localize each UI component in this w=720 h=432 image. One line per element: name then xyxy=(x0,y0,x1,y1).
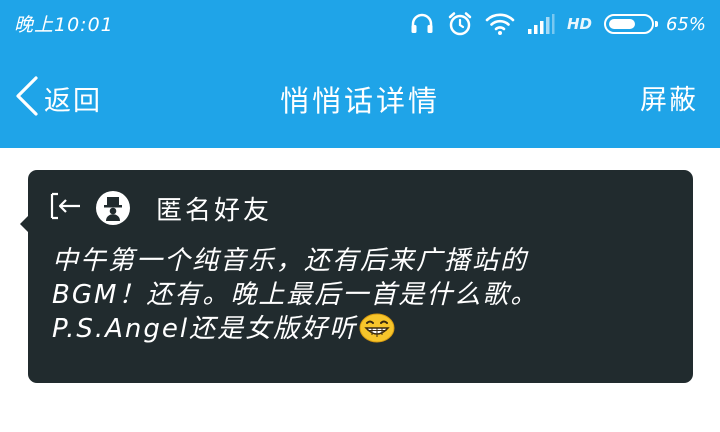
message-line: P.S.Angel还是女版好听 xyxy=(52,312,672,352)
wifi-icon xyxy=(485,12,515,36)
message-card: 匿名好友 中午第一个纯音乐，还有后来广播站的 BGM！还有。晚上最后一首是什么歌… xyxy=(20,170,693,383)
message-line: BGM！还有。晚上最后一首是什么歌。 xyxy=(52,280,539,310)
alarm-icon xyxy=(447,11,473,37)
battery-level xyxy=(608,19,635,29)
anonymous-avatar-icon xyxy=(96,191,130,225)
battery-percent: 65% xyxy=(665,13,706,35)
navigation-bar: 返回 悄悄话详情 屏蔽 xyxy=(0,48,720,148)
battery-icon xyxy=(603,14,658,34)
grinning-face-emoji-icon xyxy=(359,313,395,352)
status-bar: 晚上10:01 HD 65% xyxy=(0,0,720,48)
sender-name: 匿名好友 xyxy=(156,195,273,226)
network-type-label: HD xyxy=(566,15,592,33)
screen: 晚上10:01 HD 65% 返回 悄悄话详情 屏蔽 匿名好友 中午第一个纯音乐… xyxy=(0,0,720,432)
signal-icon xyxy=(527,13,555,35)
reply-arrow-icon[interactable] xyxy=(50,191,82,225)
headphones-icon xyxy=(409,11,435,37)
message-line: 中午第一个纯音乐，还有后来广播站的 xyxy=(52,246,529,276)
message-text: 中午第一个纯音乐，还有后来广播站的 BGM！还有。晚上最后一首是什么歌。 P.S… xyxy=(52,244,672,352)
block-button[interactable]: 屏蔽 xyxy=(640,78,698,117)
page-title: 悄悄话详情 xyxy=(279,84,440,118)
status-icons: HD 65% xyxy=(409,8,706,40)
status-time: 晚上10:01 xyxy=(14,14,114,36)
message-header: 匿名好友 xyxy=(50,188,272,228)
